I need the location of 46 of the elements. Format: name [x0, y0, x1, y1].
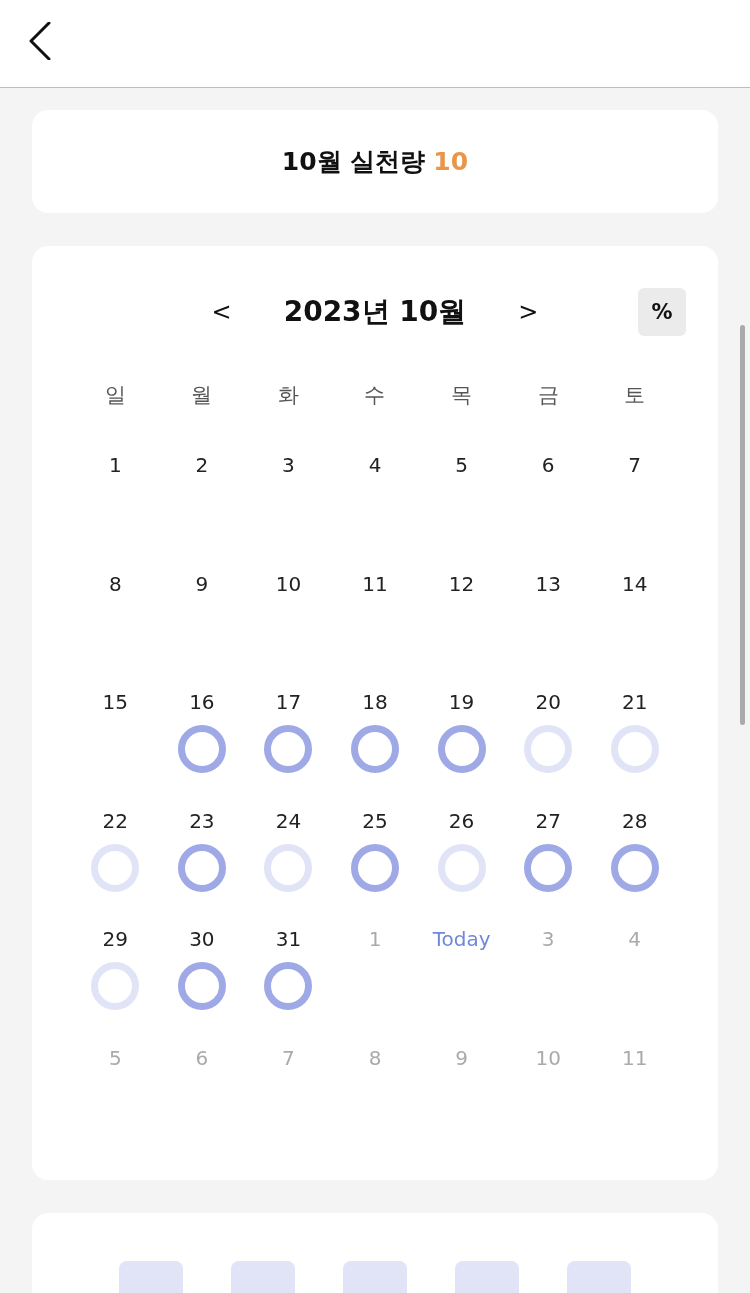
- date-label[interactable]: 25: [362, 808, 388, 833]
- date-label[interactable]: 28: [621, 808, 648, 833]
- monthly-count-label: 10월 실천량: [281, 146, 426, 178]
- date-label[interactable]: 3: [282, 453, 295, 477]
- date-label[interactable]: 26: [448, 808, 475, 833]
- date-label[interactable]: 14: [621, 571, 648, 596]
- date-label[interactable]: 19: [448, 690, 475, 714]
- date-label[interactable]: 20: [535, 690, 561, 714]
- date-label[interactable]: 12: [448, 571, 475, 596]
- date-label[interactable]: 16: [189, 690, 215, 714]
- percent-toggle-button[interactable]: %: [638, 288, 686, 336]
- weekday-label: 수: [364, 383, 386, 407]
- date-label[interactable]: 7: [628, 453, 642, 477]
- weekday-label: 토: [624, 383, 646, 407]
- month-title: 2023년 10월: [283, 294, 467, 330]
- next-month-button[interactable]: >: [514, 298, 543, 326]
- date-label[interactable]: 22: [102, 808, 128, 833]
- scrollbar[interactable]: [740, 325, 745, 725]
- weekday-label: 화: [277, 383, 299, 407]
- date-label[interactable]: 6: [541, 453, 555, 477]
- date-label[interactable]: 2: [195, 453, 209, 477]
- back-icon[interactable]: [29, 21, 51, 60]
- date-label[interactable]: 29: [102, 927, 128, 951]
- date-label[interactable]: 21: [621, 690, 648, 714]
- monthly-count: 10: [433, 147, 469, 176]
- date-label[interactable]: 27: [535, 808, 561, 833]
- weekday-label: 일: [104, 383, 126, 407]
- date-label[interactable]: 9: [195, 571, 209, 596]
- date-label[interactable]: 10: [275, 571, 302, 596]
- weekday-label: 월: [191, 383, 213, 407]
- date-label[interactable]: 24: [275, 808, 302, 833]
- date-label[interactable]: 17: [275, 690, 302, 714]
- previous-month-button[interactable]: <: [207, 298, 236, 326]
- date-label[interactable]: 8: [108, 571, 122, 596]
- date-label[interactable]: 4: [368, 453, 382, 477]
- date-label[interactable]: 5: [455, 453, 468, 477]
- date-label[interactable]: 1: [108, 453, 122, 477]
- date-label[interactable]: 30: [189, 927, 215, 951]
- weekday-label: 목: [451, 383, 473, 407]
- date-label[interactable]: 15: [102, 690, 128, 714]
- date-label[interactable]: 11: [362, 571, 388, 596]
- date-label[interactable]: 18: [362, 690, 388, 714]
- date-label[interactable]: 13: [535, 571, 561, 596]
- weekday-label: 금: [537, 383, 559, 407]
- date-label[interactable]: 23: [189, 808, 215, 833]
- date-label[interactable]: 31: [275, 927, 302, 951]
